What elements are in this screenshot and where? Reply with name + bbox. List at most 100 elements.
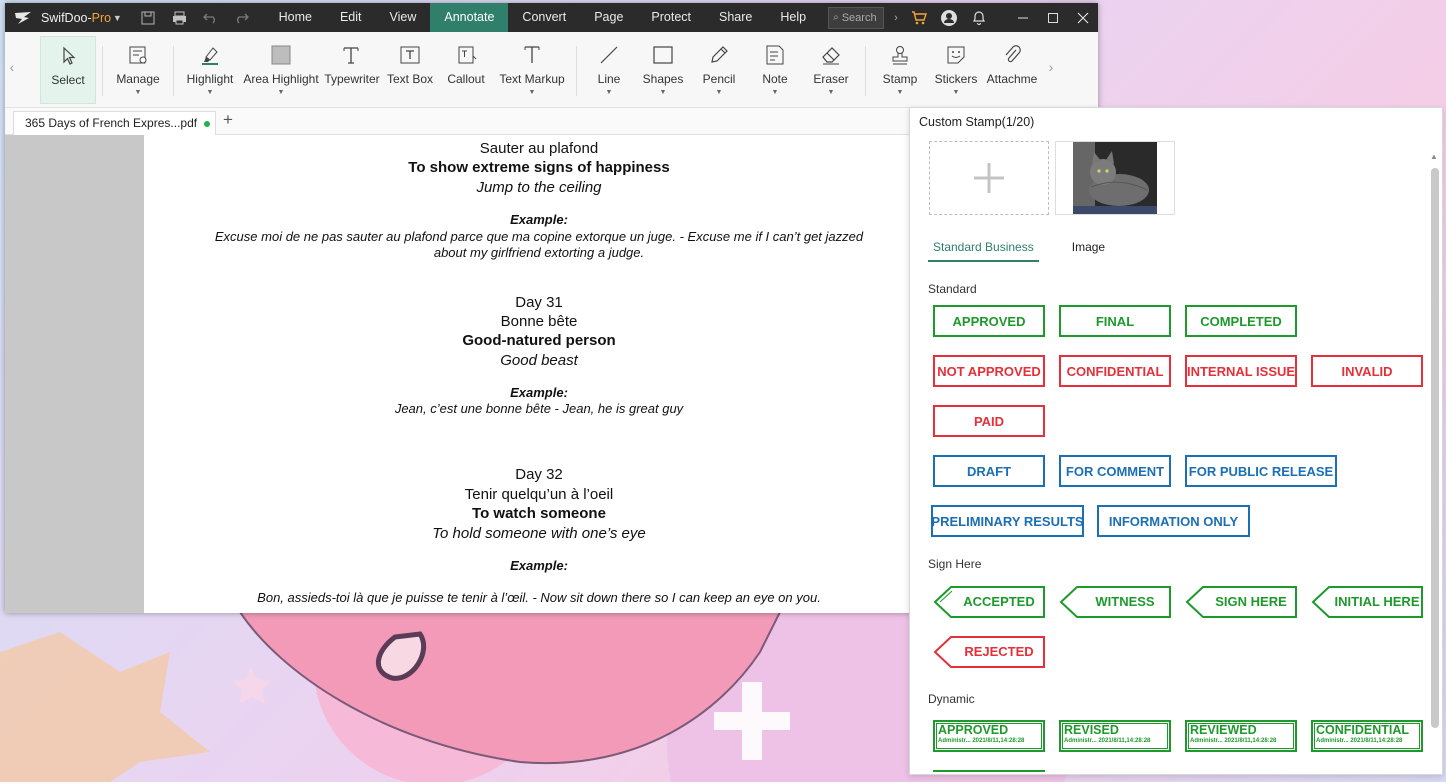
chevron-down-icon: ▼ — [134, 89, 142, 96]
save-icon[interactable] — [133, 11, 164, 25]
notification-bell-icon[interactable] — [964, 3, 994, 32]
tool-pencil[interactable]: Pencil ▼ — [691, 36, 747, 104]
stamp-rejected[interactable]: REJECTED — [933, 636, 1045, 668]
tool-highlight[interactable]: Highlight ▼ — [180, 36, 240, 104]
cart-icon[interactable] — [904, 3, 934, 32]
tool-eraser[interactable]: Eraser ▼ — [803, 36, 859, 104]
maximize-icon[interactable] — [1038, 3, 1068, 32]
chevron-down-icon: ▼ — [771, 89, 779, 96]
doc-line: To watch someone — [472, 505, 606, 522]
stamp-paid[interactable]: PAID — [933, 405, 1045, 437]
brand-menu-caret-icon[interactable]: ▼ — [113, 13, 133, 23]
eraser-icon — [822, 47, 840, 65]
tool-manage[interactable]: Manage ▼ — [109, 36, 167, 104]
ribbon-separator — [576, 46, 577, 96]
redo-icon[interactable] — [226, 12, 257, 24]
search-expand-chevron-icon[interactable]: › — [888, 3, 904, 32]
menu-home[interactable]: Home — [265, 3, 326, 32]
search-input[interactable]: ⌕ Search — [828, 6, 885, 29]
menu-help[interactable]: Help — [766, 3, 820, 32]
scroll-up-arrow-icon[interactable]: ▲ — [1430, 152, 1440, 161]
doc-line: Bon, assieds-toi là que je puisse te ten… — [257, 590, 821, 605]
stamp-accepted[interactable]: ACCEPTED — [933, 586, 1045, 618]
pdf-page: Sauter au plafond To show extreme signs … — [144, 135, 934, 613]
custom-stamp-image[interactable] — [1055, 141, 1175, 215]
add-custom-stamp-button[interactable] — [929, 141, 1049, 215]
dynamic-stamp-reviewed[interactable]: REVIEWED Administr... 2021/8/11,14:28:28 — [1185, 720, 1297, 752]
menu-annotate[interactable]: Annotate — [430, 3, 509, 32]
cat-photo-icon — [1073, 142, 1157, 214]
stamp-information-only[interactable]: INFORMATION ONLY — [1097, 505, 1250, 537]
user-avatar-icon[interactable] — [934, 3, 964, 32]
dynamic-stamp-approved[interactable]: APPROVED Administr... 2021/8/11,14:28:28 — [933, 720, 1045, 752]
tool-area-highlight[interactable]: Area Highlight ▼ — [240, 36, 322, 104]
tool-line[interactable]: Line ▼ — [583, 36, 635, 104]
minimize-icon[interactable] — [1008, 3, 1038, 32]
doc-line: Sauter au plafond — [479, 140, 599, 157]
menu-convert[interactable]: Convert — [508, 3, 580, 32]
main-menu: Home Edit View Annotate Convert Page Pro… — [265, 3, 820, 32]
tool-stickers[interactable]: Stickers ▼ — [928, 36, 984, 104]
tool-note[interactable]: Note ▼ — [747, 36, 803, 104]
tab-image[interactable]: Image — [1067, 240, 1110, 262]
stamp-for-public-release[interactable]: FOR PUBLIC RELEASE — [1185, 455, 1337, 487]
ribbon-scroll-right-icon[interactable]: › — [1044, 32, 1058, 102]
stamp-approved[interactable]: APPROVED — [933, 305, 1045, 337]
stamp-final[interactable]: FINAL — [1059, 305, 1171, 337]
ribbon-separator — [102, 46, 103, 96]
menu-protect[interactable]: Protect — [637, 3, 705, 32]
menu-page[interactable]: Page — [580, 3, 637, 32]
stamp-preliminary-results[interactable]: PRELIMINARY RESULTS — [931, 505, 1084, 537]
stamp-sign-here[interactable]: SIGN HERE — [1185, 586, 1297, 618]
tool-select[interactable]: Select — [40, 36, 96, 104]
swifdoo-logo-icon — [5, 11, 41, 25]
manage-icon — [129, 46, 147, 64]
undo-icon[interactable] — [195, 12, 226, 24]
tab-standard-business[interactable]: Standard Business — [928, 240, 1039, 262]
chevron-down-icon: ▼ — [715, 89, 723, 96]
tool-text-markup[interactable]: Text Markup ▼ — [494, 36, 570, 104]
stamp-draft[interactable]: DRAFT — [933, 455, 1045, 487]
dynamic-stamp-revised[interactable]: REVISED Administr... 2021/8/11,14:28:28 — [1059, 720, 1171, 752]
dynamic-stamp-confidential[interactable]: CONFIDENTIAL Administr... 2021/8/11,14:2… — [1311, 720, 1423, 752]
stamp-confidential[interactable]: CONFIDENTIAL — [1059, 355, 1171, 387]
tool-shapes[interactable]: Shapes ▼ — [635, 36, 691, 104]
typewriter-icon — [343, 47, 359, 64]
stamp-internal-issue[interactable]: INTERNAL ISSUE — [1185, 355, 1297, 387]
menu-edit[interactable]: Edit — [326, 3, 376, 32]
tool-callout[interactable]: Callout — [438, 36, 494, 104]
ribbon-scroll-left-icon[interactable]: ‹ — [5, 32, 19, 102]
tool-text-box[interactable]: Text Box — [382, 36, 438, 104]
desktop-wallpaper — [0, 612, 790, 782]
app-brand: SwifDoo-Pro — [40, 10, 112, 25]
close-icon[interactable] — [1068, 3, 1098, 32]
tool-typewriter[interactable]: Typewriter — [322, 36, 382, 104]
menu-share[interactable]: Share — [705, 3, 766, 32]
stamp-invalid[interactable]: INVALID — [1311, 355, 1423, 387]
tool-attachment[interactable]: Attachme — [984, 36, 1040, 104]
stamp-completed[interactable]: COMPLETED — [1185, 305, 1297, 337]
document-tab[interactable]: 365 Days of French Expres...pdf — [13, 111, 216, 135]
stamp-not-approved[interactable]: NOT APPROVED — [933, 355, 1045, 387]
stamp-witness[interactable]: WITNESS — [1059, 586, 1171, 618]
tool-stamp[interactable]: Stamp ▼ — [872, 36, 928, 104]
new-tab-plus-icon[interactable]: + — [223, 110, 233, 130]
menu-view[interactable]: View — [376, 3, 431, 32]
doc-line: To hold someone with one’s eye — [432, 525, 646, 542]
cursor-icon — [63, 46, 76, 65]
panel-scrollbar[interactable] — [1431, 168, 1439, 728]
stamp-for-comment[interactable]: FOR COMMENT — [1059, 455, 1171, 487]
doc-line: Bonne bête — [500, 313, 578, 330]
section-sign-here-label: Sign Here — [928, 557, 982, 571]
doc-line: Good-natured person — [462, 332, 616, 349]
stamp-initial-here[interactable]: INITIAL HERE — [1311, 586, 1423, 618]
chevron-down-icon: ▼ — [952, 89, 960, 96]
doc-line: Day 31 — [515, 294, 563, 311]
print-icon[interactable] — [164, 11, 195, 25]
search-placeholder: Search — [841, 11, 877, 24]
doc-line: Excuse moi de ne pas sauter au plafond p… — [214, 229, 864, 244]
line-icon — [600, 46, 618, 64]
attachment-icon — [1005, 45, 1021, 63]
doc-line: Jean, c’est une bonne bête - Jean, he is… — [394, 401, 684, 416]
chevron-down-icon: ▼ — [605, 89, 613, 96]
